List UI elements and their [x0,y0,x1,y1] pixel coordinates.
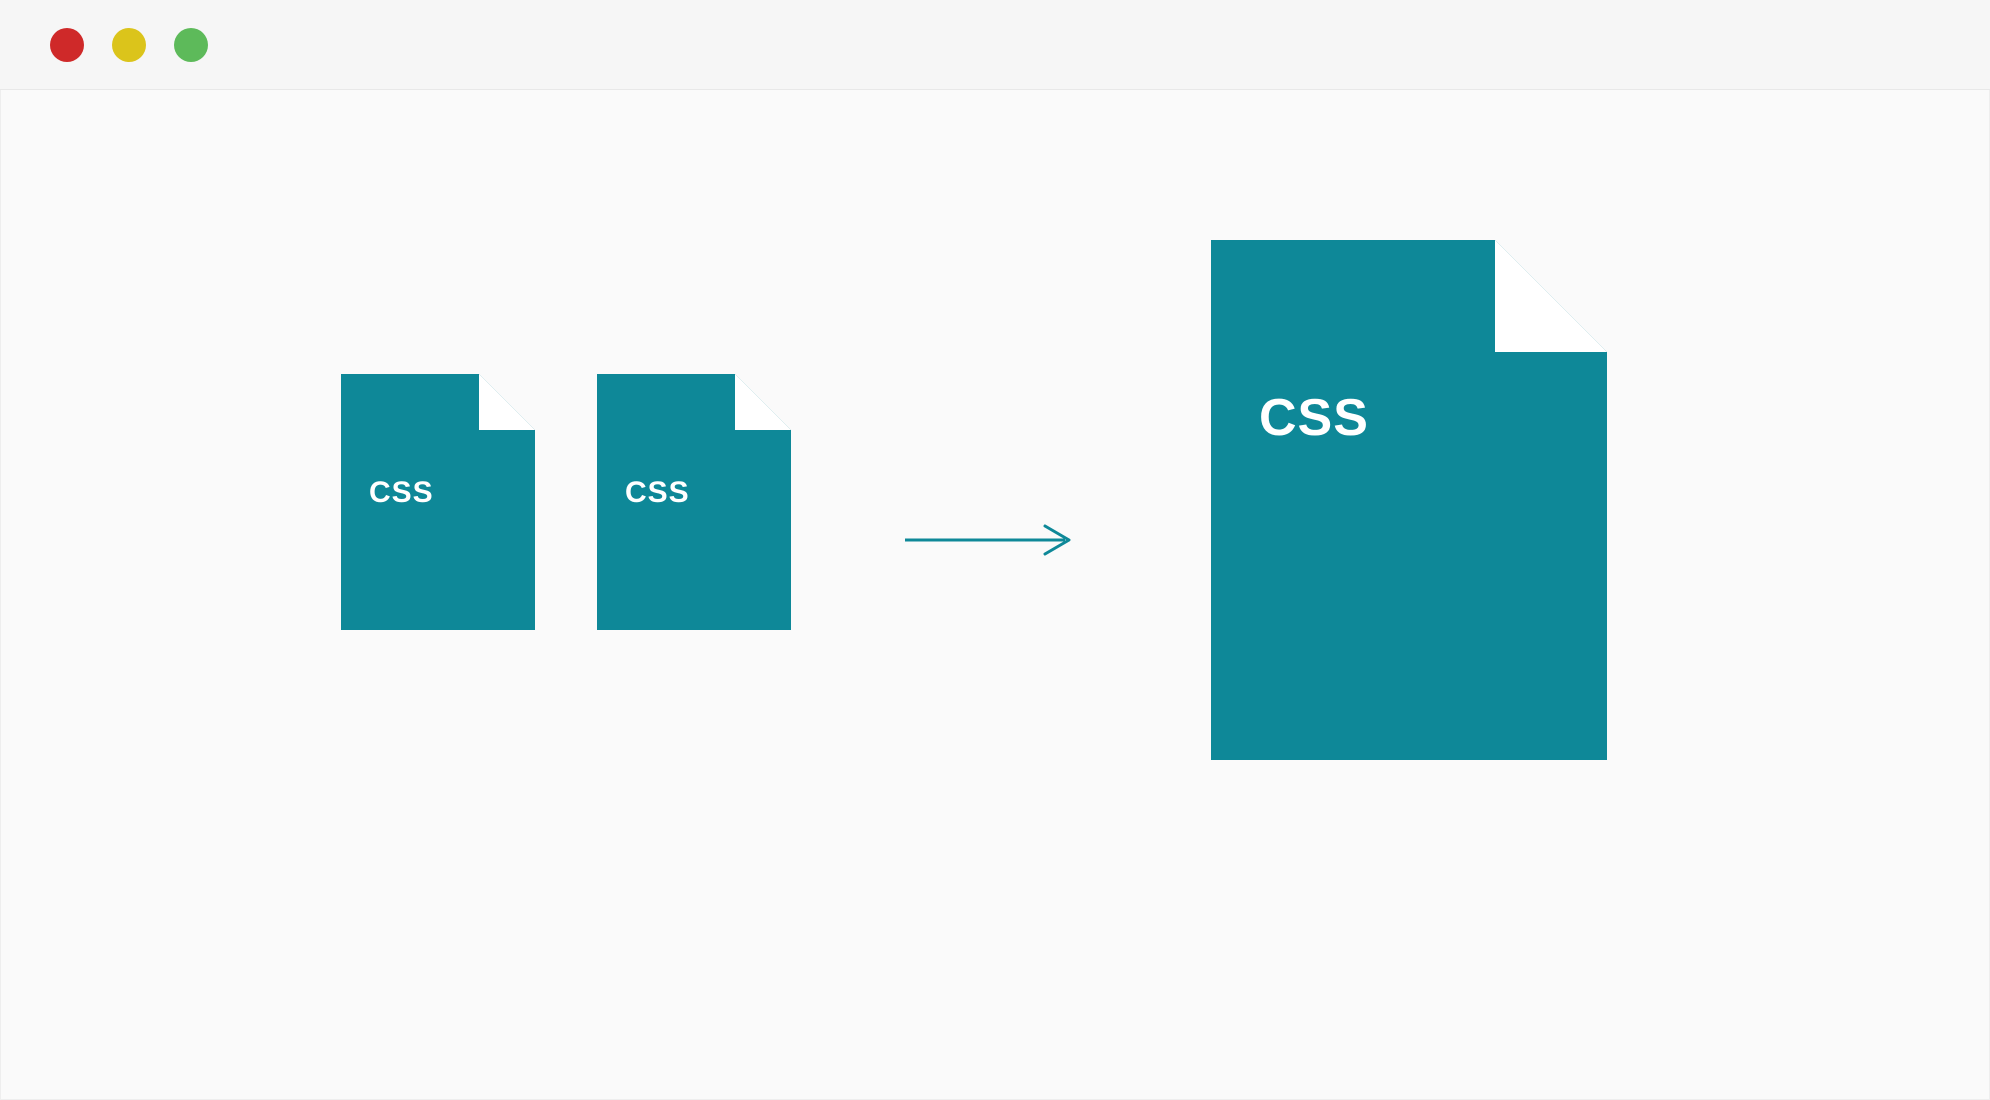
page-fold-icon [1495,240,1607,352]
css-file-icon: CSS [341,374,535,630]
page-fold-icon [479,374,535,430]
css-file-large-icon: CSS [1211,240,1607,760]
diagram-canvas: CSS CSS CSS [0,90,1990,1100]
minimize-icon[interactable] [112,28,146,62]
maximize-icon[interactable] [174,28,208,62]
css-file-icon: CSS [597,374,791,630]
arrow-right-icon [901,520,1081,560]
page-fold-icon [735,374,791,430]
close-icon[interactable] [50,28,84,62]
file-label: CSS [1259,388,1369,448]
window-titlebar [0,0,1990,90]
file-label: CSS [625,476,690,510]
file-label: CSS [369,476,434,510]
